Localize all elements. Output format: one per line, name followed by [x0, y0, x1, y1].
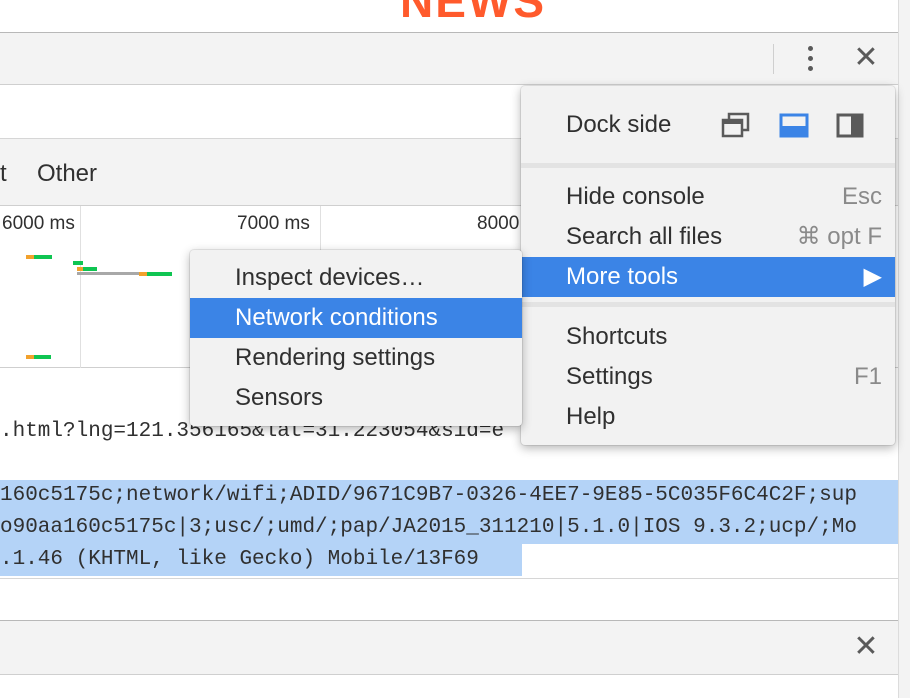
submenu-arrow-icon: ▶ — [863, 263, 882, 290]
menu-item-label: Rendering settings — [235, 344, 436, 371]
close-drawer-icon[interactable]: ✕ — [852, 632, 880, 662]
submenu-item-network-conditions[interactable]: Network conditions — [190, 298, 522, 338]
vertical-scrollbar[interactable] — [898, 0, 910, 698]
menu-item-shortcut: ⌘ opt F — [796, 223, 882, 250]
more-tools-submenu: Inspect devices… Network conditions Rend… — [190, 250, 522, 426]
timeline-bar-segment — [147, 272, 172, 276]
page-brand-text: NEWS — [400, 0, 546, 27]
timeline-tick-label: 8000 — [477, 213, 520, 234]
user-agent-line: o90aa160c5175c|3;usc/;umd/;pap/JA2015_31… — [0, 512, 898, 544]
menu-item-search-all-files[interactable]: Search all files ⌘ opt F — [521, 217, 895, 257]
menu-item-shortcut: F1 — [853, 363, 882, 390]
menu-item-label: Sensors — [235, 384, 324, 411]
timeline-bar-segment — [34, 355, 51, 359]
dock-side-label: Dock side — [566, 111, 672, 138]
menu-item-label: Help — [566, 403, 616, 430]
timeline-bar-segment — [26, 355, 34, 359]
menu-item-help[interactable]: Help — [521, 397, 895, 437]
timeline-bar-segment — [34, 255, 52, 259]
devtools-main-menu: Dock side Hide console Esc Search all fi… — [521, 86, 895, 445]
menu-item-shortcut: Esc — [841, 183, 882, 210]
menu-item-label: Settings — [566, 363, 653, 390]
timeline-bar-segment — [77, 272, 139, 275]
submenu-item-sensors[interactable]: Sensors — [190, 378, 522, 418]
submenu-item-inspect-devices[interactable]: Inspect devices… — [190, 258, 522, 298]
filter-type-other[interactable]: Other — [37, 160, 97, 188]
user-agent-line: 160c5175c;network/wifi;ADID/9671C9B7-032… — [0, 480, 898, 512]
timeline-bar-segment — [26, 255, 34, 259]
timeline-tick-label: 7000 ms — [237, 213, 310, 234]
timeline-bar-segment — [139, 272, 147, 276]
timeline-gridline — [80, 206, 81, 368]
timeline-bar-segment — [83, 267, 97, 271]
menu-separator — [521, 302, 895, 307]
page-content-top: NEWS — [0, 0, 898, 32]
submenu-item-rendering-settings[interactable]: Rendering settings — [190, 338, 522, 378]
menu-item-label: Network conditions — [235, 304, 438, 331]
dock-right-icon[interactable] — [836, 113, 866, 138]
menu-item-settings[interactable]: Settings F1 — [521, 357, 895, 397]
undock-icon[interactable] — [721, 112, 751, 138]
menu-item-hide-console[interactable]: Hide console Esc — [521, 177, 895, 217]
devtools-toolbar — [0, 32, 898, 85]
menu-item-label: Inspect devices… — [235, 264, 425, 291]
timeline-tick-label: 6000 ms — [2, 213, 75, 234]
close-devtools-icon[interactable]: ✕ — [852, 43, 880, 73]
console-drawer-toolbar — [0, 620, 898, 675]
menu-item-label: Hide console — [566, 183, 705, 210]
more-options-icon[interactable] — [803, 44, 819, 74]
divider — [0, 578, 898, 579]
menu-item-shortcuts[interactable]: Shortcuts — [521, 317, 895, 357]
menu-item-more-tools[interactable]: More tools ▶ — [521, 257, 895, 297]
menu-item-label: Search all files — [566, 223, 723, 250]
menu-item-label: Shortcuts — [566, 323, 668, 350]
menu-separator — [521, 163, 895, 168]
filter-type-partial[interactable]: t — [0, 160, 7, 188]
user-agent-line: .1.46 (KHTML, like Gecko) Mobile/13F69 — [0, 544, 522, 576]
menu-item-label: More tools — [566, 263, 679, 290]
toolbar-divider — [773, 44, 774, 74]
timeline-bar-segment — [73, 261, 83, 265]
dock-bottom-icon[interactable] — [779, 113, 809, 138]
